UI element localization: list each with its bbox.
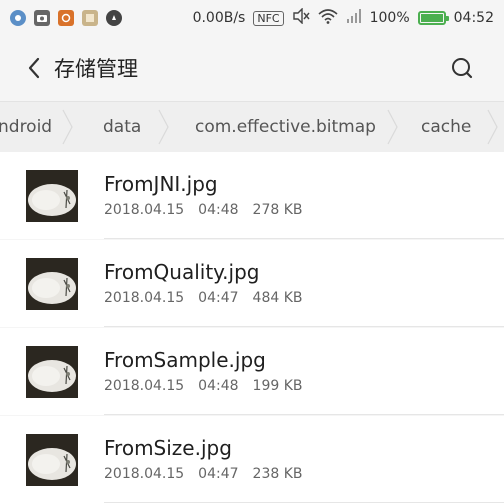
battery-fill [420,14,443,22]
status-bar: 0.00B/s NFC 100% 04:52 [0,0,504,36]
file-thumbnail [26,170,78,222]
music-notification-icon [58,10,74,26]
app-notification-icon [10,10,26,26]
battery-percent: 100% [369,10,410,26]
search-icon [452,58,473,79]
divider [104,238,504,239]
file-meta: 2018.04.15 04:47 238 KB [104,466,317,482]
breadcrumb: ndroid data com.effective.bitmap cache [0,101,504,153]
breadcrumb-item-data[interactable]: data [103,102,141,152]
file-time: 04:47 [198,466,239,482]
notification-icons [0,10,122,26]
nfc-indicator: NFC [253,10,284,26]
status-indicators: 0.00B/s NFC 100% 04:52 [192,7,504,28]
file-date: 2018.04.15 [104,378,185,394]
chevron-right-icon [62,109,73,145]
file-date: 2018.04.15 [104,466,185,482]
clock: 04:52 [453,10,494,26]
back-button[interactable] [14,48,54,88]
breadcrumb-item-package[interactable]: com.effective.bitmap [195,102,376,152]
list-item[interactable]: FromSample.jpg 2018.04.15 04:48 199 KB [0,328,504,415]
file-thumbnail [26,434,78,486]
file-size: 199 KB [252,378,303,394]
file-time: 04:48 [198,378,239,394]
camera-notification-icon [34,10,50,26]
file-meta: 2018.04.15 04:47 484 KB [104,290,317,306]
list-item[interactable]: FromSize.jpg 2018.04.15 04:47 238 KB [0,416,504,503]
file-meta: 2018.04.15 04:48 199 KB [104,378,317,394]
list-item[interactable]: FromJNI.jpg 2018.04.15 04:48 278 KB [0,152,504,239]
gallery-notification-icon [82,10,98,26]
file-thumbnail [26,346,78,398]
wifi-icon [318,8,338,28]
file-time: 04:47 [198,290,239,306]
breadcrumb-item-android[interactable]: ndroid [0,102,52,152]
file-size: 278 KB [252,202,303,218]
page-title: 存储管理 [54,57,138,81]
chevron-right-icon [487,109,498,145]
list-item[interactable]: FromQuality.jpg 2018.04.15 04:47 484 KB [0,240,504,327]
divider [104,414,504,415]
chevron-left-icon [28,57,40,79]
file-name: FromJNI.jpg [104,172,218,196]
file-size: 238 KB [252,466,303,482]
file-name: FromQuality.jpg [104,260,260,284]
battery-icon [417,11,449,25]
signal-icon [346,8,362,28]
file-name: FromSize.jpg [104,436,232,460]
chevron-right-icon [387,109,398,145]
file-time: 04:48 [198,202,239,218]
file-date: 2018.04.15 [104,202,185,218]
file-date: 2018.04.15 [104,290,185,306]
search-button[interactable] [444,50,480,86]
divider [104,326,504,327]
breadcrumb-item-cache[interactable]: cache [421,102,471,152]
network-speed: 0.00B/s [192,10,246,26]
mute-icon [292,7,310,28]
chevron-right-icon [158,109,169,145]
file-meta: 2018.04.15 04:48 278 KB [104,202,317,218]
app-bar: 存储管理 [0,36,504,100]
file-size: 484 KB [252,290,303,306]
file-thumbnail [26,258,78,310]
compass-notification-icon [106,10,122,26]
file-name: FromSample.jpg [104,348,266,372]
